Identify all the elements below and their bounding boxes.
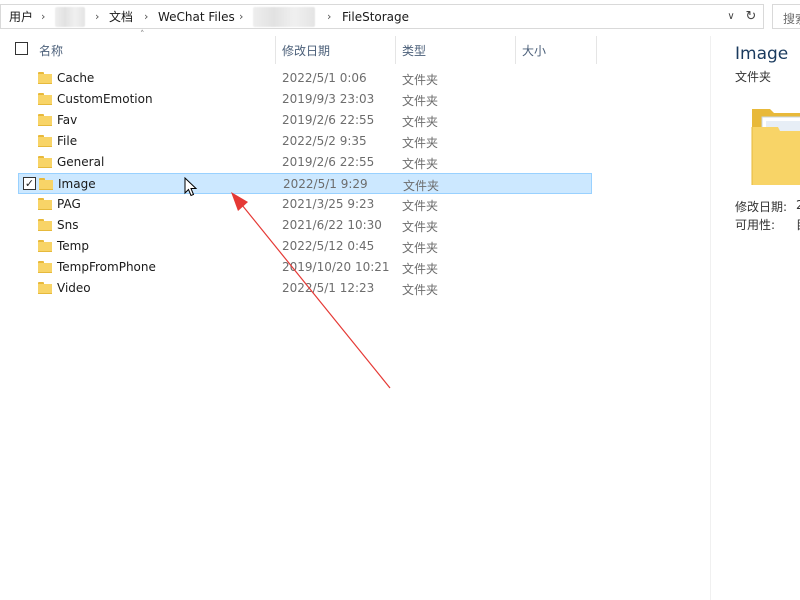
table-row[interactable]: Sns 2021/6/22 10:30 文件夹 bbox=[18, 215, 592, 236]
column-type[interactable]: 类型 bbox=[402, 42, 426, 59]
folder-icon bbox=[38, 261, 52, 273]
file-name[interactable]: General bbox=[57, 155, 104, 169]
file-type: 文件夹 bbox=[403, 179, 440, 193]
search-placeholder: 搜索 bbox=[783, 12, 800, 26]
table-row[interactable]: Video 2022/5/1 12:23 文件夹 bbox=[18, 278, 592, 299]
file-name[interactable]: Temp bbox=[57, 239, 89, 253]
folder-icon bbox=[39, 178, 53, 190]
details-title: Image bbox=[735, 44, 789, 64]
table-row[interactable]: TempFromPhone 2019/10/20 10:21 文件夹 bbox=[18, 257, 592, 278]
folder-icon bbox=[38, 282, 52, 294]
refresh-icon[interactable]: ↻ bbox=[744, 9, 758, 25]
file-type: 文件夹 bbox=[402, 283, 439, 297]
file-modified: 2022/5/1 12:23 bbox=[282, 281, 375, 295]
column-name[interactable]: 名称 bbox=[39, 42, 63, 59]
file-name[interactable]: PAG bbox=[57, 197, 81, 211]
file-name[interactable]: Image bbox=[58, 177, 96, 191]
folder-icon bbox=[38, 72, 52, 84]
folder-icon bbox=[38, 240, 52, 252]
file-type: 文件夹 bbox=[402, 115, 439, 129]
breadcrumb-chevron-icon[interactable]: › bbox=[41, 9, 45, 25]
file-modified: 2019/9/3 23:03 bbox=[282, 92, 375, 106]
file-type: 文件夹 bbox=[402, 73, 439, 87]
column-size[interactable]: 大小 bbox=[522, 42, 546, 59]
row-checkbox-checked[interactable]: ✓ bbox=[23, 177, 36, 190]
file-modified: 2021/6/22 10:30 bbox=[282, 218, 382, 232]
table-row[interactable]: File 2022/5/2 9:35 文件夹 bbox=[18, 131, 592, 152]
file-name[interactable]: TempFromPhone bbox=[57, 260, 156, 274]
file-type: 文件夹 bbox=[402, 220, 439, 234]
breadcrumb-wechat-files[interactable]: WeChat Files bbox=[158, 9, 235, 25]
breadcrumb-chevron-icon[interactable]: › bbox=[239, 9, 243, 25]
file-modified: 2022/5/2 9:35 bbox=[282, 134, 367, 148]
file-type: 文件夹 bbox=[402, 157, 439, 171]
column-divider[interactable] bbox=[515, 36, 516, 64]
address-bar[interactable]: 用户 › › 文档 › WeChat Files › › FileStorage… bbox=[0, 4, 764, 29]
file-type: 文件夹 bbox=[402, 136, 439, 150]
file-modified: 2021/3/25 9:23 bbox=[282, 197, 375, 211]
blurred-username bbox=[55, 7, 85, 27]
file-name[interactable]: Fav bbox=[57, 113, 77, 127]
breadcrumb-documents[interactable]: 文档 bbox=[109, 9, 133, 25]
file-name[interactable]: CustomEmotion bbox=[57, 92, 153, 106]
folder-icon bbox=[38, 93, 52, 105]
file-type: 文件夹 bbox=[402, 94, 439, 108]
folder-icon bbox=[38, 135, 52, 147]
column-divider[interactable] bbox=[596, 36, 597, 64]
folder-icon bbox=[38, 156, 52, 168]
file-type: 文件夹 bbox=[402, 199, 439, 213]
prop-label-modified: 修改日期: bbox=[735, 200, 788, 214]
file-modified: 2022/5/1 9:29 bbox=[283, 177, 368, 191]
breadcrumb-filestorage[interactable]: FileStorage bbox=[342, 9, 409, 25]
prop-label-availability: 可用性: bbox=[735, 218, 776, 232]
file-type: 文件夹 bbox=[402, 241, 439, 255]
prop-value-availability: 目 bbox=[796, 216, 800, 233]
file-name[interactable]: File bbox=[57, 134, 77, 148]
prop-value-modified: 2 bbox=[796, 198, 800, 212]
breadcrumb-users[interactable]: 用户 bbox=[9, 9, 33, 25]
folder-icon bbox=[38, 198, 52, 210]
file-name[interactable]: Cache bbox=[57, 71, 94, 85]
mouse-cursor-icon bbox=[184, 177, 198, 197]
table-row-selected[interactable]: ✓ Image 2022/5/1 9:29 文件夹 bbox=[18, 173, 592, 194]
breadcrumb-chevron-icon[interactable]: › bbox=[95, 9, 99, 25]
file-name[interactable]: Video bbox=[57, 281, 91, 295]
column-header: 名称 修改日期 类型 大小 bbox=[0, 36, 710, 64]
breadcrumb-chevron-icon[interactable]: › bbox=[327, 9, 331, 25]
table-row[interactable]: PAG 2021/3/25 9:23 文件夹 bbox=[18, 194, 592, 215]
breadcrumb-chevron-icon[interactable]: › bbox=[144, 9, 148, 25]
file-modified: 2019/2/6 22:55 bbox=[282, 113, 375, 127]
file-name[interactable]: Sns bbox=[57, 218, 78, 232]
table-row[interactable]: General 2019/2/6 22:55 文件夹 bbox=[18, 152, 592, 173]
file-modified: 2022/5/1 0:06 bbox=[282, 71, 367, 85]
file-modified: 2019/10/20 10:21 bbox=[282, 260, 390, 274]
folder-icon bbox=[38, 114, 52, 126]
details-pane-divider[interactable] bbox=[710, 36, 711, 600]
breadcrumb: 用户 › › 文档 › WeChat Files › › FileStorage bbox=[1, 5, 721, 28]
file-modified: 2019/2/6 22:55 bbox=[282, 155, 375, 169]
table-row[interactable]: Cache 2022/5/1 0:06 文件夹 bbox=[18, 68, 592, 89]
table-row[interactable]: Fav 2019/2/6 22:55 文件夹 bbox=[18, 110, 592, 131]
file-type: 文件夹 bbox=[402, 262, 439, 276]
chevron-down-icon[interactable]: ∨ bbox=[725, 11, 737, 23]
blurred-account-folder bbox=[253, 7, 315, 27]
table-row[interactable]: CustomEmotion 2019/9/3 23:03 文件夹 bbox=[18, 89, 592, 110]
details-subtitle: 文件夹 bbox=[735, 70, 772, 84]
column-divider[interactable] bbox=[275, 36, 276, 64]
large-folder-icon bbox=[751, 109, 800, 185]
file-modified: 2022/5/12 0:45 bbox=[282, 239, 375, 253]
folder-icon bbox=[38, 219, 52, 231]
column-divider[interactable] bbox=[395, 36, 396, 64]
table-row[interactable]: Temp 2022/5/12 0:45 文件夹 bbox=[18, 236, 592, 257]
search-input[interactable]: 搜索 bbox=[772, 4, 800, 29]
column-modified[interactable]: 修改日期 bbox=[282, 42, 330, 59]
